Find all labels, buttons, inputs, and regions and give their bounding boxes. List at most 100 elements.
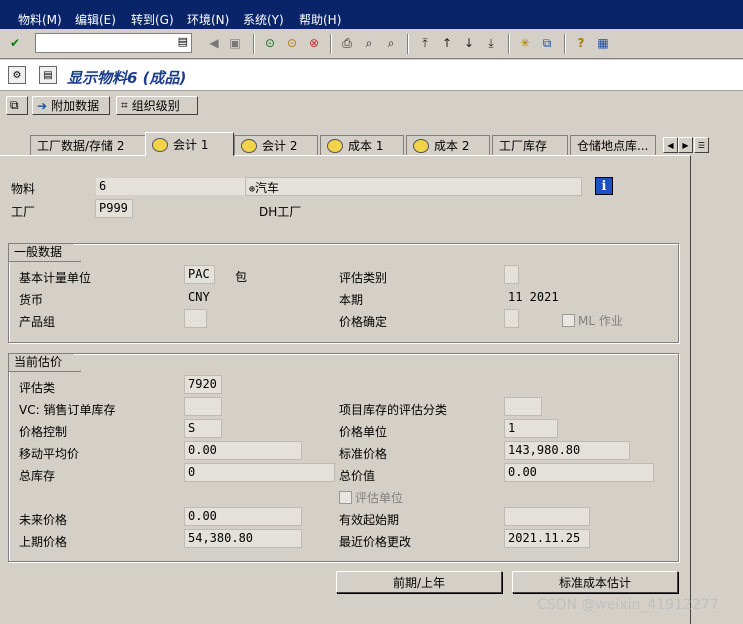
moving-average-price-field: 0.00 <box>184 441 302 460</box>
select-views-button[interactable]: ⧉ <box>6 96 28 115</box>
save-icon[interactable]: ▣ <box>226 34 244 52</box>
tab-costing-1[interactable]: 成本 1 <box>320 135 404 155</box>
group-title-text: 当前估价 <box>14 355 63 369</box>
plant-label: 工厂 <box>11 205 36 219</box>
product-group-label: 产品组 <box>19 315 56 329</box>
status-icon <box>327 138 343 153</box>
standard-cost-estimate-label: 标准成本估计 <box>558 575 631 590</box>
last-page-icon[interactable]: ⤓ <box>482 34 500 52</box>
valuation-class-label: 评估类 <box>19 381 56 395</box>
valuation-class-field: 7920 <box>184 375 222 394</box>
tab-strip: 工厂数据/存储 2 会计 1 会计 2 成本 1 成本 2 工厂库存 仓储地点库… <box>0 130 743 156</box>
additional-data-button[interactable]: ➔ 附加数据 <box>32 96 110 115</box>
checkbox-box <box>339 491 352 504</box>
valuation-category-field <box>504 265 519 284</box>
price-unit-value: 1 <box>508 421 516 435</box>
print-icon[interactable]: ⎙ <box>338 34 356 52</box>
first-page-icon[interactable]: ⤒ <box>416 34 434 52</box>
plant-value: P999 <box>99 201 128 215</box>
menu-system[interactable]: 系统(Y) <box>243 11 284 28</box>
find-icon[interactable]: ⌕ <box>360 34 378 52</box>
prev-page-icon[interactable]: ↑ <box>438 34 456 52</box>
current-valuation-title: 当前估价 <box>8 353 81 372</box>
org-levels-button[interactable]: ⌗ 组织级别 <box>116 96 198 115</box>
valuation-class-value: 7920 <box>188 377 217 391</box>
valuated-unit-label: 评估单位 <box>355 491 404 505</box>
previous-period-button[interactable]: 前期/上年 <box>336 571 502 593</box>
tab-scroll-left-icon[interactable]: ◀ <box>663 137 678 153</box>
next-page-icon[interactable]: ↓ <box>460 34 478 52</box>
history-icon[interactable]: ▤ <box>178 35 188 48</box>
base-uom-value: PAC <box>188 267 210 281</box>
material-field: 6 <box>95 177 247 196</box>
total-value-value: 0.00 <box>508 465 537 479</box>
price-determination-field <box>504 309 519 328</box>
find-next-icon[interactable]: ⌕ <box>382 34 400 52</box>
tab-scroll-right-icon[interactable]: ▶ <box>678 137 693 153</box>
moving-average-price-value: 0.00 <box>188 443 217 457</box>
tab-list-icon[interactable]: ☰ <box>694 137 709 153</box>
valid-from-field <box>504 507 590 526</box>
views-icon: ⧉ <box>10 98 19 112</box>
menu-help[interactable]: 帮助(H) <box>299 11 341 28</box>
future-price-label: 未来价格 <box>19 513 68 527</box>
menu-environment[interactable]: 环境(N) <box>187 11 229 28</box>
total-stock-value: 0 <box>188 465 196 479</box>
tab-accounting-2[interactable]: 会计 2 <box>234 135 318 155</box>
currency-value: CNY <box>188 290 210 304</box>
shortcut-icon[interactable]: ⧉ <box>538 34 556 52</box>
tab-costing-2[interactable]: 成本 2 <box>406 135 490 155</box>
cancel-icon[interactable]: ⊗ <box>305 34 323 52</box>
tab-storage-location-stock[interactable]: 仓储地点库... <box>570 135 656 155</box>
page-title: 显示物料6 (成品) <box>67 69 187 87</box>
vc-sales-order-stock-label: VC: 销售订单库存 <box>19 403 116 417</box>
project-stock-valuation-field <box>504 397 542 416</box>
tab-label: 工厂数据/存储 2 <box>37 139 125 153</box>
price-unit-field: 1 <box>504 419 558 438</box>
last-price-change-label: 最近价格更改 <box>339 535 412 549</box>
command-field[interactable]: ▤ <box>35 33 192 53</box>
display-change-icon[interactable]: ⚙ <box>8 66 26 84</box>
base-uom-field: PAC <box>184 265 215 284</box>
base-uom-label: 基本计量单位 <box>19 271 92 285</box>
total-stock-label: 总库存 <box>19 469 56 483</box>
menu-material[interactable]: 物料(M) <box>18 11 62 28</box>
tab-label: 成本 1 <box>348 139 384 153</box>
info-icon[interactable]: i <box>595 177 613 195</box>
tab-label: 会计 2 <box>262 139 298 153</box>
back-icon[interactable]: ⊙ <box>261 34 279 52</box>
layout-menu-icon[interactable]: ▦ <box>594 34 612 52</box>
org-structure-icon: ⌗ <box>121 98 128 112</box>
back-arrow-icon[interactable]: ◀ <box>205 34 223 52</box>
material-label: 物料 <box>11 182 36 196</box>
standard-cost-estimate-button[interactable]: 标准成本估计 <box>512 571 678 593</box>
toolbar-separator <box>330 34 332 54</box>
plant-description: DH工厂 <box>259 205 302 219</box>
base-uom-description: 包 <box>235 270 248 284</box>
standard-price-label: 标准价格 <box>339 447 388 461</box>
previous-price-value: 54,380.80 <box>188 531 254 545</box>
tab-plant-data-storage-2[interactable]: 工厂数据/存储 2 <box>30 135 146 155</box>
moving-average-price-label: 移动平均价 <box>19 447 80 461</box>
command-input[interactable] <box>36 34 172 52</box>
enter-check-icon[interactable]: ✔ <box>6 34 24 52</box>
plant-field: P999 <box>95 199 133 218</box>
exit-icon[interactable]: ⊙ <box>283 34 301 52</box>
last-price-change-value: 2021.11.25 <box>508 531 581 545</box>
tab-accounting-1[interactable]: 会计 1 <box>145 132 234 156</box>
menu-bar: 物料(M) 编辑(E) 转到(G) 环境(N) 系统(Y) 帮助(H) <box>0 0 743 29</box>
menu-edit[interactable]: 编辑(E) <box>75 11 116 28</box>
standard-toolbar: ✔ ▤ ◀ ▣ ⊙ ⊙ ⊗ ⎙ ⌕ ⌕ ⤒ ↑ ↓ ⤓ ✳ ⧉ ? ▦ <box>0 30 743 59</box>
other-material-icon[interactable]: ▤ <box>39 66 57 84</box>
vc-sales-order-stock-field <box>184 397 222 416</box>
help-icon[interactable]: ? <box>572 34 590 52</box>
valuation-category-label: 评估类别 <box>339 271 388 285</box>
product-group-field <box>184 309 207 328</box>
new-session-icon[interactable]: ✳ <box>516 34 534 52</box>
toolbar-separator <box>508 34 510 54</box>
tab-plant-stock[interactable]: 工厂库存 <box>492 135 568 155</box>
menu-goto[interactable]: 转到(G) <box>131 11 174 28</box>
future-price-value: 0.00 <box>188 509 217 523</box>
current-period-label: 本期 <box>339 293 364 307</box>
screen-title-bar: ⚙ ▤ 显示物料6 (成品) <box>0 60 743 91</box>
